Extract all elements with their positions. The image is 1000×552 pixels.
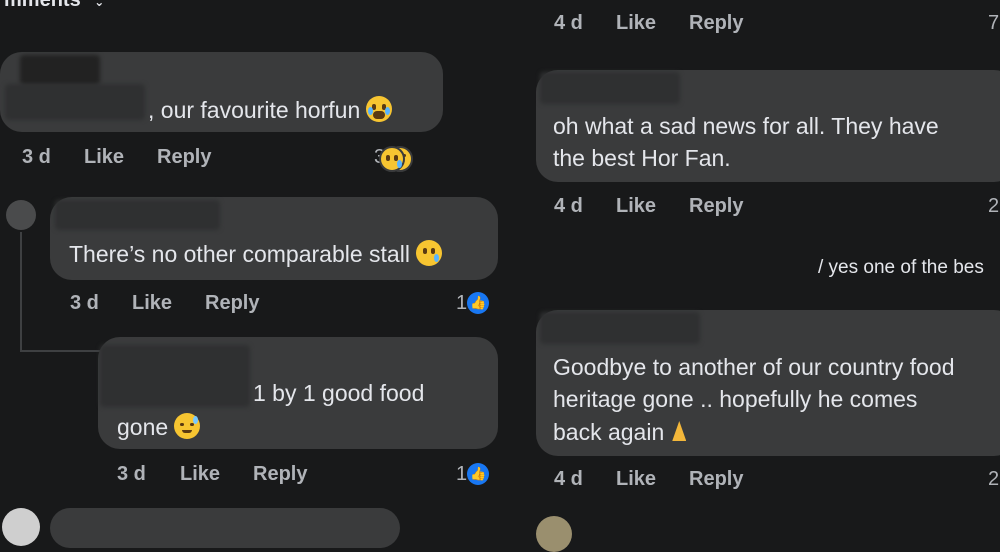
comment-actions: 3 d Like Reply 3 xyxy=(0,146,440,172)
redacted-name xyxy=(5,84,145,120)
crying-emoji xyxy=(366,96,393,122)
reply-button[interactable]: Reply xyxy=(689,195,743,218)
sad-emoji xyxy=(415,240,442,266)
reactions[interactable]: 3 xyxy=(374,146,414,172)
comment-text-partial: / yes one of the bes xyxy=(818,257,984,278)
comment-text-line: 1 by 1 good food xyxy=(253,380,425,406)
avatar[interactable] xyxy=(2,508,40,546)
reaction-count[interactable]: 2 xyxy=(988,468,999,491)
chevron-down-icon: ⌄ xyxy=(94,0,105,9)
comment-time[interactable]: 4 d xyxy=(554,195,583,218)
comment-time[interactable]: 3 d xyxy=(117,463,146,486)
comment-time[interactable]: 3 d xyxy=(70,292,99,315)
comment-time[interactable]: 4 d xyxy=(554,468,583,491)
comment-bubble xyxy=(50,508,400,548)
like-button[interactable]: Like xyxy=(132,292,172,315)
like-thumb-icon: 👍 xyxy=(467,292,490,314)
reply-button[interactable]: Reply xyxy=(689,468,743,491)
comment-actions: 3 d Like Reply 1 👍 xyxy=(0,463,500,487)
weary-emoji xyxy=(174,413,201,439)
comment-time[interactable]: 4 d xyxy=(554,12,583,35)
comment-text-line: oh what a sad news for all. They have xyxy=(553,113,939,139)
reaction-count: 1 xyxy=(456,292,468,314)
comment-text-line: Goodbye to another of our country food xyxy=(553,354,955,380)
reply-button[interactable]: Reply xyxy=(157,146,211,169)
comment-time[interactable]: 3 d xyxy=(22,146,51,169)
reactions[interactable]: 1 👍 xyxy=(456,463,490,486)
comment-actions: 4 d Like Reply 2 xyxy=(500,468,1000,492)
reaction-count: 1 xyxy=(456,463,468,485)
comments-label: mments xyxy=(4,0,81,11)
avatar[interactable] xyxy=(536,516,572,552)
like-button[interactable]: Like xyxy=(616,12,656,35)
redacted-name xyxy=(540,72,680,104)
comment-actions: 4 d Like Reply 7 xyxy=(500,12,1000,36)
reply-button[interactable]: Reply xyxy=(205,292,259,315)
redacted-name xyxy=(540,312,700,344)
reaction-count[interactable]: 7 xyxy=(988,12,999,35)
comments-header[interactable]: mments ⌄ xyxy=(4,0,104,18)
like-button[interactable]: Like xyxy=(616,468,656,491)
like-thumb-icon: 👍 xyxy=(467,463,490,485)
thread-line xyxy=(20,350,100,352)
comment-text-line: back again xyxy=(553,416,690,448)
reply-button[interactable]: Reply xyxy=(253,463,307,486)
like-button[interactable]: Like xyxy=(616,195,656,218)
comment-text: There’s no other comparable stall xyxy=(69,238,442,270)
redacted-name xyxy=(100,345,250,407)
comment-actions: 4 d Like Reply 2 xyxy=(500,195,1000,219)
comment-text-line: the best Hor Fan. xyxy=(553,145,731,171)
reactions[interactable]: 1 👍 xyxy=(456,292,490,315)
comment-text-line: gone xyxy=(117,411,201,443)
sad-emoji xyxy=(379,146,406,172)
reaction-count[interactable]: 2 xyxy=(988,195,999,218)
redacted-avatar xyxy=(20,55,100,85)
avatar[interactable] xyxy=(6,200,36,230)
like-button[interactable]: Like xyxy=(180,463,220,486)
redacted-name xyxy=(55,200,220,230)
comment-actions: 3 d Like Reply 1 👍 xyxy=(0,292,500,316)
reply-button[interactable]: Reply xyxy=(689,12,743,35)
comment-text-line: heritage gone .. hopefully he comes xyxy=(553,386,918,412)
like-button[interactable]: Like xyxy=(84,146,124,169)
comment-text: , our favourite horfun xyxy=(148,94,393,126)
praying-hands-emoji xyxy=(668,419,690,443)
